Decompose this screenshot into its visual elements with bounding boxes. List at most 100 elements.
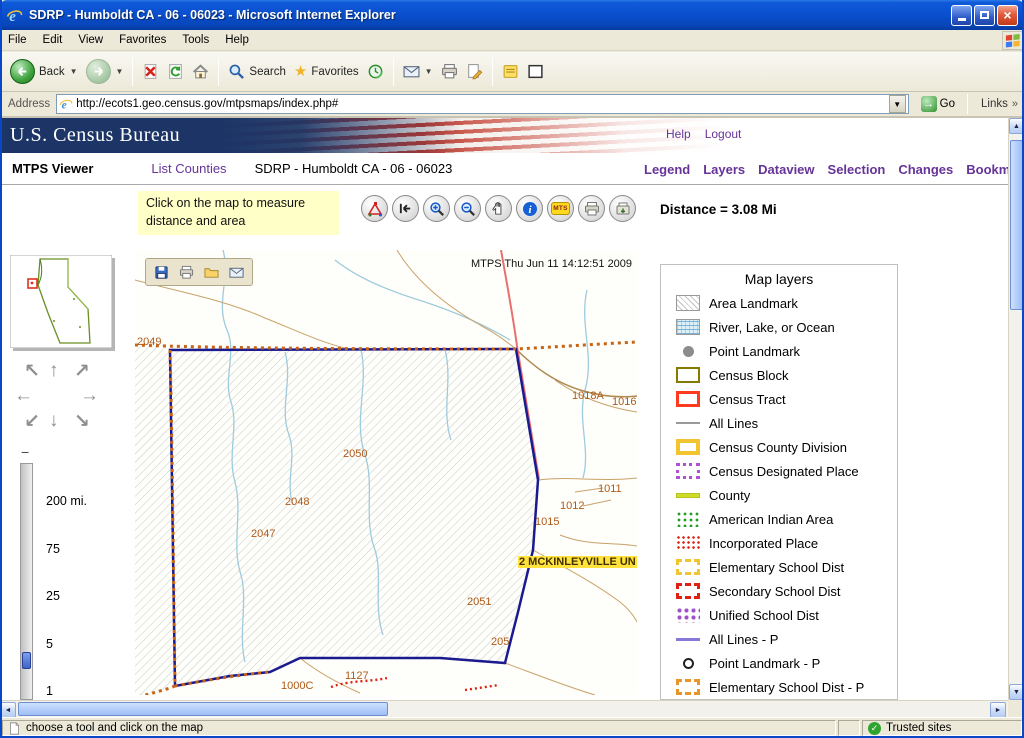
zoom-in-button[interactable]	[423, 195, 450, 222]
zoom-out-button[interactable]	[454, 195, 481, 222]
pan-southeast-arrow[interactable]: ↘	[74, 410, 90, 433]
pan-northeast-arrow[interactable]: ↗	[74, 360, 90, 383]
previous-extent-button[interactable]	[392, 195, 419, 222]
stop-button[interactable]	[138, 61, 163, 82]
links-label[interactable]: Links	[981, 98, 1008, 110]
favorites-button[interactable]: ★ Favorites	[290, 62, 363, 81]
legend-item[interactable]: American Indian Area	[661, 507, 897, 531]
go-button[interactable]: → Go	[914, 95, 962, 113]
legend-item[interactable]: Point Landmark	[661, 339, 897, 363]
vertical-scroll-thumb[interactable]	[1010, 140, 1023, 310]
measure-tool-button[interactable]	[361, 195, 388, 222]
map-label: 205	[491, 636, 509, 648]
menu-favorites[interactable]: Favorites	[111, 32, 174, 48]
menu-file[interactable]: File	[0, 32, 35, 48]
menu-help[interactable]: Help	[217, 32, 257, 48]
back-button[interactable]: Back ▼	[6, 57, 82, 86]
map-viewport[interactable]: 204920502048204720512051018A101610111012…	[135, 250, 637, 695]
nav-link-bookma[interactable]: Bookma	[966, 162, 1008, 177]
legend-item[interactable]: Point Landmark - P	[661, 651, 897, 675]
map-open-button[interactable]	[201, 261, 223, 283]
restore-button[interactable]	[974, 5, 995, 26]
home-icon	[192, 63, 209, 80]
pan-west-arrow[interactable]: ←	[14, 385, 33, 407]
legend-item[interactable]: Incorporated Place	[661, 531, 897, 555]
export-map-button[interactable]	[609, 195, 636, 222]
menu-edit[interactable]: Edit	[35, 32, 71, 48]
legend-item[interactable]: Elementary School Dist - P	[661, 675, 897, 699]
zoom-slider-track[interactable]	[20, 463, 33, 700]
nav-link-legend[interactable]: Legend	[644, 162, 690, 177]
zoom-out-minus-label[interactable]: −	[21, 444, 29, 460]
legend-item[interactable]: Unified School Dist	[661, 603, 897, 627]
edit-button[interactable]	[462, 61, 487, 82]
nav-link-changes[interactable]: Changes	[898, 162, 953, 177]
identify-tool-button[interactable]: i	[516, 195, 543, 222]
zoom-slider-thumb[interactable]	[22, 652, 31, 669]
links-chevron-icon[interactable]: »	[1012, 98, 1018, 110]
map-save-button[interactable]	[151, 261, 173, 283]
messenger-button[interactable]	[523, 61, 548, 82]
home-button[interactable]	[188, 61, 213, 82]
pan-tool-button[interactable]	[485, 195, 512, 222]
pan-northwest-arrow[interactable]: ↖	[24, 360, 40, 383]
print-button[interactable]	[437, 61, 462, 82]
legend-item[interactable]: Secondary School Dist	[661, 579, 897, 603]
mail-button[interactable]: ▼	[399, 61, 437, 82]
legend-item[interactable]: Elementary School Dist	[661, 555, 897, 579]
map-print-button[interactable]	[176, 261, 198, 283]
mts-tool-button[interactable]: MTS	[547, 195, 574, 222]
forward-dropdown-icon[interactable]: ▼	[116, 67, 124, 76]
address-dropdown-icon[interactable]: ▼	[889, 95, 906, 113]
toolbar-separator	[393, 58, 394, 86]
discuss-button[interactable]	[498, 61, 523, 82]
history-button[interactable]	[363, 61, 388, 82]
mail-dropdown-icon[interactable]: ▼	[425, 67, 433, 76]
horizontal-scrollbar[interactable]: ◄ ►	[0, 700, 1008, 717]
zoom-scale-label: 1	[46, 684, 53, 698]
print-map-button[interactable]	[578, 195, 605, 222]
close-button[interactable]: ×	[997, 5, 1018, 26]
scroll-left-button[interactable]: ◄	[0, 702, 16, 718]
menu-tools[interactable]: Tools	[174, 32, 217, 48]
pan-east-arrow[interactable]: →	[80, 385, 99, 407]
search-button[interactable]: Search	[224, 61, 289, 82]
map-labels: 204920502048204720512051018A101610111012…	[135, 250, 637, 695]
nav-link-dataview[interactable]: Dataview	[758, 162, 814, 177]
horizontal-scroll-thumb[interactable]	[18, 702, 388, 716]
forward-button[interactable]: ▼	[82, 57, 128, 86]
refresh-button[interactable]	[163, 61, 188, 82]
pan-southwest-arrow[interactable]: ↙	[24, 410, 40, 433]
nav-link-selection[interactable]: Selection	[828, 162, 886, 177]
scroll-down-button[interactable]: ▼	[1009, 684, 1024, 700]
vertical-scrollbar[interactable]: ▲ ▼	[1008, 118, 1024, 700]
pan-north-arrow[interactable]: ↑	[49, 360, 59, 382]
legend-item[interactable]: Census Designated Place	[661, 459, 897, 483]
menu-view[interactable]: View	[70, 32, 111, 48]
toolbar-separator	[218, 58, 219, 86]
minimize-button[interactable]	[951, 5, 972, 26]
map-export-button[interactable]	[226, 261, 248, 283]
logout-link[interactable]: Logout	[705, 127, 742, 141]
back-dropdown-icon[interactable]: ▼	[70, 67, 78, 76]
scroll-right-button[interactable]: ►	[990, 702, 1006, 718]
list-counties-link[interactable]: List Counties	[151, 161, 226, 176]
legend-item-label: Secondary School Dist	[709, 584, 841, 599]
help-link[interactable]: Help	[666, 127, 691, 141]
legend-item[interactable]: River, Lake, or Ocean	[661, 315, 897, 339]
pan-south-arrow[interactable]: ↓	[49, 410, 59, 432]
legend-item[interactable]: Census Block	[661, 363, 897, 387]
legend-item[interactable]: Census Tract	[661, 387, 897, 411]
legend-item[interactable]: All Lines	[661, 411, 897, 435]
secondary-school-swatch-patch	[676, 583, 700, 599]
legend-item[interactable]: County	[661, 483, 897, 507]
legend-item[interactable]: All Lines - P	[661, 627, 897, 651]
overview-map[interactable]	[10, 255, 112, 348]
address-input[interactable]: e http://ecots1.geo.census.gov/mtpsmaps/…	[56, 94, 908, 114]
legend-item[interactable]: Area Landmark	[661, 291, 897, 315]
scroll-up-button[interactable]: ▲	[1009, 118, 1024, 134]
nav-link-layers[interactable]: Layers	[703, 162, 745, 177]
window-title: SDRP - Humboldt CA - 06 - 06023 - Micros…	[29, 8, 951, 22]
legend-item-label: River, Lake, or Ocean	[709, 320, 835, 335]
legend-item[interactable]: Census County Division	[661, 435, 897, 459]
